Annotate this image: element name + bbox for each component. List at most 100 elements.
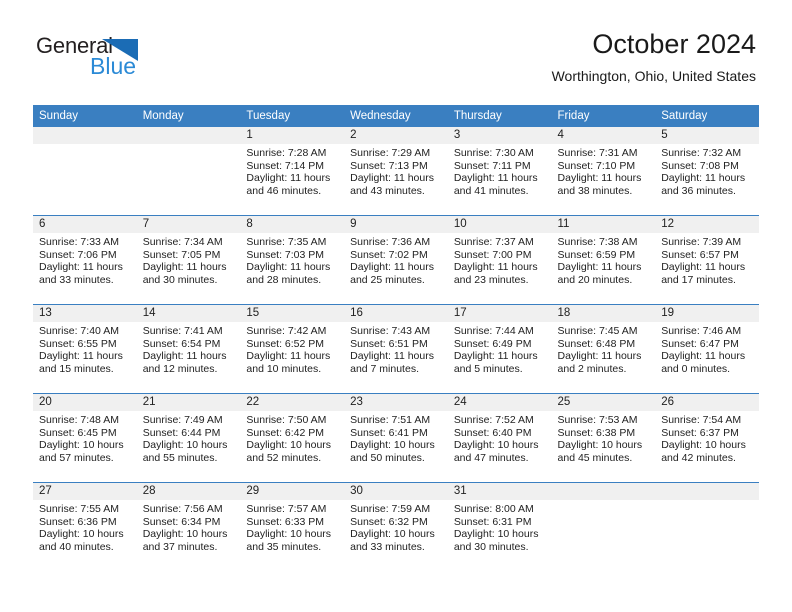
calendar-day-cell[interactable]: 28 Sunrise: 7:56 AM Sunset: 6:34 PM Dayligh… xyxy=(136,482,241,571)
sunset-text: Sunset: 7:08 PM xyxy=(661,159,739,172)
daylight-text: Daylight: 10 hours and 33 minutes. xyxy=(350,528,435,553)
calendar-day-cell[interactable]: 3 Sunrise: 7:30 AM Sunset: 7:11 PM Daylight… xyxy=(447,127,552,216)
daylight-text: Daylight: 11 hours and 15 minutes. xyxy=(39,350,123,375)
calendar-day-cell[interactable]: 14 Sunrise: 7:41 AM Sunset: 6:54 PM Dayligh… xyxy=(136,304,241,394)
calendar-day-cell[interactable]: 25 Sunrise: 7:53 AM Sunset: 6:38 PM Dayligh… xyxy=(551,393,656,483)
day-number: 26 xyxy=(655,394,759,411)
calendar-day-cell[interactable]: 9 Sunrise: 7:36 AM Sunset: 7:02 PM Daylight… xyxy=(344,215,448,305)
calendar-body: 1 Sunrise: 7:28 AM Sunset: 7:14 PM Daylight… xyxy=(33,127,759,571)
daylight-text: Daylight: 10 hours and 55 minutes. xyxy=(142,439,228,464)
day-cell-inner: 13 Sunrise: 7:40 AM Sunset: 6:55 PM Dayligh… xyxy=(33,305,137,393)
sunset-text: Sunset: 6:34 PM xyxy=(142,515,221,528)
sunset-text: Sunset: 6:42 PM xyxy=(246,426,325,439)
calendar-day-cell[interactable]: 8 Sunrise: 7:35 AM Sunset: 7:03 PM Daylight… xyxy=(240,215,345,305)
sunset-text: Sunset: 7:13 PM xyxy=(350,159,428,172)
calendar-day-cell[interactable]: 11 Sunrise: 7:38 AM Sunset: 6:59 PM Dayligh… xyxy=(551,215,656,305)
day-cell-inner: 12 Sunrise: 7:39 AM Sunset: 6:57 PM Dayligh… xyxy=(655,216,759,304)
calendar-day-cell[interactable]: 21 Sunrise: 7:49 AM Sunset: 6:44 PM Dayligh… xyxy=(136,393,241,483)
calendar-day-cell[interactable]: 30 Sunrise: 7:59 AM Sunset: 6:32 PM Dayligh… xyxy=(344,482,448,571)
calendar-week-row: 27 Sunrise: 7:55 AM Sunset: 6:36 PM Dayligh… xyxy=(33,482,759,571)
sunset-text: Sunset: 7:00 PM xyxy=(453,248,532,261)
day-cell-inner: 4 Sunrise: 7:31 AM Sunset: 7:10 PM Daylight… xyxy=(551,127,656,215)
calendar-day-cell[interactable]: 29 Sunrise: 7:57 AM Sunset: 6:33 PM Dayligh… xyxy=(240,482,345,571)
day-cell-inner: 21 Sunrise: 7:49 AM Sunset: 6:44 PM Dayligh… xyxy=(136,394,241,482)
sunset-text: Sunset: 6:48 PM xyxy=(557,337,636,350)
sunset-text: Sunset: 6:45 PM xyxy=(39,426,117,439)
calendar-day-cell[interactable]: 4 Sunrise: 7:31 AM Sunset: 7:10 PM Daylight… xyxy=(551,127,656,216)
sunrise-text: Sunrise: 7:30 AM xyxy=(453,147,534,159)
calendar-day-cell[interactable]: 12 Sunrise: 7:39 AM Sunset: 6:57 PM Dayligh… xyxy=(655,215,759,305)
day-number: 28 xyxy=(136,483,241,500)
day-cell-inner: 5 Sunrise: 7:32 AM Sunset: 7:08 PM Daylight… xyxy=(655,127,759,215)
day-number: 2 xyxy=(344,127,448,144)
weekday-header-sunday: Sunday xyxy=(33,105,137,127)
day-cell-inner: 25 Sunrise: 7:53 AM Sunset: 6:38 PM Dayligh… xyxy=(551,394,656,482)
day-cell-inner xyxy=(655,483,759,571)
calendar-day-cell[interactable]: 23 Sunrise: 7:51 AM Sunset: 6:41 PM Dayligh… xyxy=(344,393,448,483)
day-cell-inner: 3 Sunrise: 7:30 AM Sunset: 7:11 PM Daylight… xyxy=(447,127,552,215)
calendar-day-cell[interactable]: 26 Sunrise: 7:54 AM Sunset: 6:37 PM Dayligh… xyxy=(655,393,759,483)
day-cell-details: Sunrise: 7:50 AM Sunset: 6:42 PM Daylight:… xyxy=(240,411,344,464)
daylight-text: Daylight: 11 hours and 20 minutes. xyxy=(557,261,642,286)
sunset-text: Sunset: 6:47 PM xyxy=(661,337,739,350)
day-cell-inner: 23 Sunrise: 7:51 AM Sunset: 6:41 PM Dayligh… xyxy=(344,394,448,482)
sunrise-text: Sunrise: 7:50 AM xyxy=(246,414,327,426)
day-cell-details: Sunrise: 7:29 AM Sunset: 7:13 PM Daylight:… xyxy=(344,144,448,197)
sunset-text: Sunset: 6:54 PM xyxy=(142,337,221,350)
sunrise-text: Sunrise: 7:33 AM xyxy=(39,236,119,248)
title-block: October 2024 Worthington, Ohio, United S… xyxy=(552,28,756,86)
calendar-day-cell[interactable]: 18 Sunrise: 7:45 AM Sunset: 6:48 PM Dayligh… xyxy=(551,304,656,394)
calendar-day-cell[interactable]: 10 Sunrise: 7:37 AM Sunset: 7:00 PM Dayligh… xyxy=(447,215,552,305)
daylight-text: Daylight: 10 hours and 57 minutes. xyxy=(39,439,124,464)
calendar-day-cell[interactable]: 16 Sunrise: 7:43 AM Sunset: 6:51 PM Dayligh… xyxy=(344,304,448,394)
day-number: 1 xyxy=(240,127,345,144)
day-cell-inner: 29 Sunrise: 7:57 AM Sunset: 6:33 PM Dayligh… xyxy=(240,483,345,571)
calendar-day-cell[interactable]: 15 Sunrise: 7:42 AM Sunset: 6:52 PM Dayligh… xyxy=(240,304,345,394)
daylight-text: Daylight: 11 hours and 28 minutes. xyxy=(246,261,331,286)
sunset-text: Sunset: 6:52 PM xyxy=(246,337,325,350)
daylight-text: Daylight: 11 hours and 7 minutes. xyxy=(350,350,434,375)
calendar-day-cell[interactable]: 24 Sunrise: 7:52 AM Sunset: 6:40 PM Dayligh… xyxy=(447,393,552,483)
day-cell-inner: 14 Sunrise: 7:41 AM Sunset: 6:54 PM Dayligh… xyxy=(136,305,241,393)
sunset-text: Sunset: 6:31 PM xyxy=(453,515,532,528)
day-cell-inner: 31 Sunrise: 8:00 AM Sunset: 6:31 PM Dayligh… xyxy=(447,483,552,571)
day-number: 11 xyxy=(551,216,656,233)
day-cell-details: Sunrise: 7:59 AM Sunset: 6:32 PM Daylight:… xyxy=(344,500,448,553)
calendar-day-cell[interactable]: 1 Sunrise: 7:28 AM Sunset: 7:14 PM Daylight… xyxy=(240,127,345,216)
calendar-day-cell-empty xyxy=(655,482,759,571)
sunset-text: Sunset: 6:44 PM xyxy=(142,426,221,439)
calendar-day-cell[interactable]: 17 Sunrise: 7:44 AM Sunset: 6:49 PM Dayligh… xyxy=(447,304,552,394)
day-number: 10 xyxy=(447,216,552,233)
general-blue-logo[interactable]: General Blue xyxy=(36,33,166,79)
sunset-text: Sunset: 6:49 PM xyxy=(453,337,532,350)
day-cell-details: Sunrise: 7:42 AM Sunset: 6:52 PM Daylight:… xyxy=(240,322,344,375)
calendar-day-cell[interactable]: 20 Sunrise: 7:48 AM Sunset: 6:45 PM Dayligh… xyxy=(33,393,137,483)
calendar-day-cell[interactable]: 19 Sunrise: 7:46 AM Sunset: 6:47 PM Dayligh… xyxy=(655,304,759,394)
sunset-text: Sunset: 6:55 PM xyxy=(39,337,117,350)
day-number xyxy=(33,127,137,144)
calendar-day-cell[interactable]: 22 Sunrise: 7:50 AM Sunset: 6:42 PM Dayligh… xyxy=(240,393,345,483)
day-cell-details: Sunrise: 7:57 AM Sunset: 6:33 PM Daylight:… xyxy=(240,500,344,553)
calendar-week-row: 13 Sunrise: 7:40 AM Sunset: 6:55 PM Dayligh… xyxy=(33,304,759,394)
calendar-day-cell[interactable]: 6 Sunrise: 7:33 AM Sunset: 7:06 PM Daylight… xyxy=(33,215,137,305)
daylight-text: Daylight: 11 hours and 46 minutes. xyxy=(246,172,331,197)
day-number: 21 xyxy=(136,394,241,411)
day-cell-inner: 10 Sunrise: 7:37 AM Sunset: 7:00 PM Dayligh… xyxy=(447,216,552,304)
calendar-day-cell[interactable]: 2 Sunrise: 7:29 AM Sunset: 7:13 PM Daylight… xyxy=(344,127,448,216)
day-number: 27 xyxy=(33,483,137,500)
calendar-day-cell[interactable]: 31 Sunrise: 8:00 AM Sunset: 6:31 PM Dayligh… xyxy=(447,482,552,571)
daylight-text: Daylight: 10 hours and 42 minutes. xyxy=(661,439,746,464)
day-number: 15 xyxy=(240,305,345,322)
sunset-text: Sunset: 6:59 PM xyxy=(557,248,636,261)
day-number: 7 xyxy=(136,216,241,233)
calendar-day-cell[interactable]: 7 Sunrise: 7:34 AM Sunset: 7:05 PM Daylight… xyxy=(136,215,241,305)
day-number: 20 xyxy=(33,394,137,411)
sunrise-text: Sunrise: 8:00 AM xyxy=(453,503,534,515)
weekday-header-wednesday: Wednesday xyxy=(344,105,448,127)
calendar-day-cell[interactable]: 13 Sunrise: 7:40 AM Sunset: 6:55 PM Dayligh… xyxy=(33,304,137,394)
calendar-day-cell[interactable]: 5 Sunrise: 7:32 AM Sunset: 7:08 PM Daylight… xyxy=(655,127,759,216)
day-cell-details: Sunrise: 7:46 AM Sunset: 6:47 PM Daylight:… xyxy=(655,322,759,375)
calendar-week-row: 20 Sunrise: 7:48 AM Sunset: 6:45 PM Dayligh… xyxy=(33,393,759,483)
calendar-day-cell[interactable]: 27 Sunrise: 7:55 AM Sunset: 6:36 PM Dayligh… xyxy=(33,482,137,571)
daylight-text: Daylight: 10 hours and 40 minutes. xyxy=(39,528,124,553)
